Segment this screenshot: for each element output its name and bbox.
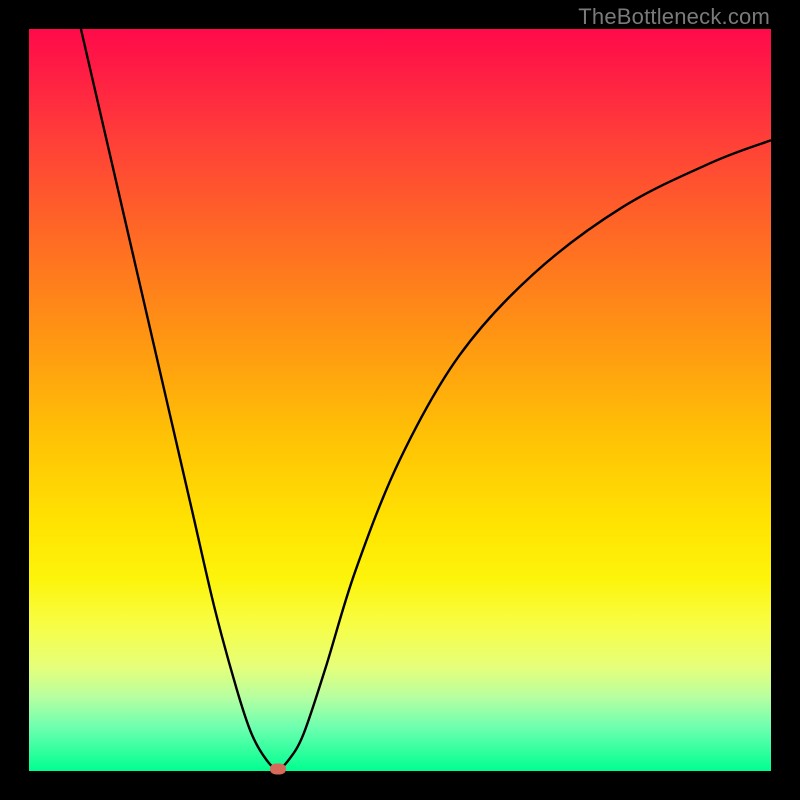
optimum-marker <box>270 763 286 774</box>
plot-area <box>29 29 771 771</box>
watermark-text: TheBottleneck.com <box>578 4 770 30</box>
bottleneck-curve <box>29 29 771 771</box>
chart-frame: TheBottleneck.com <box>0 0 800 800</box>
